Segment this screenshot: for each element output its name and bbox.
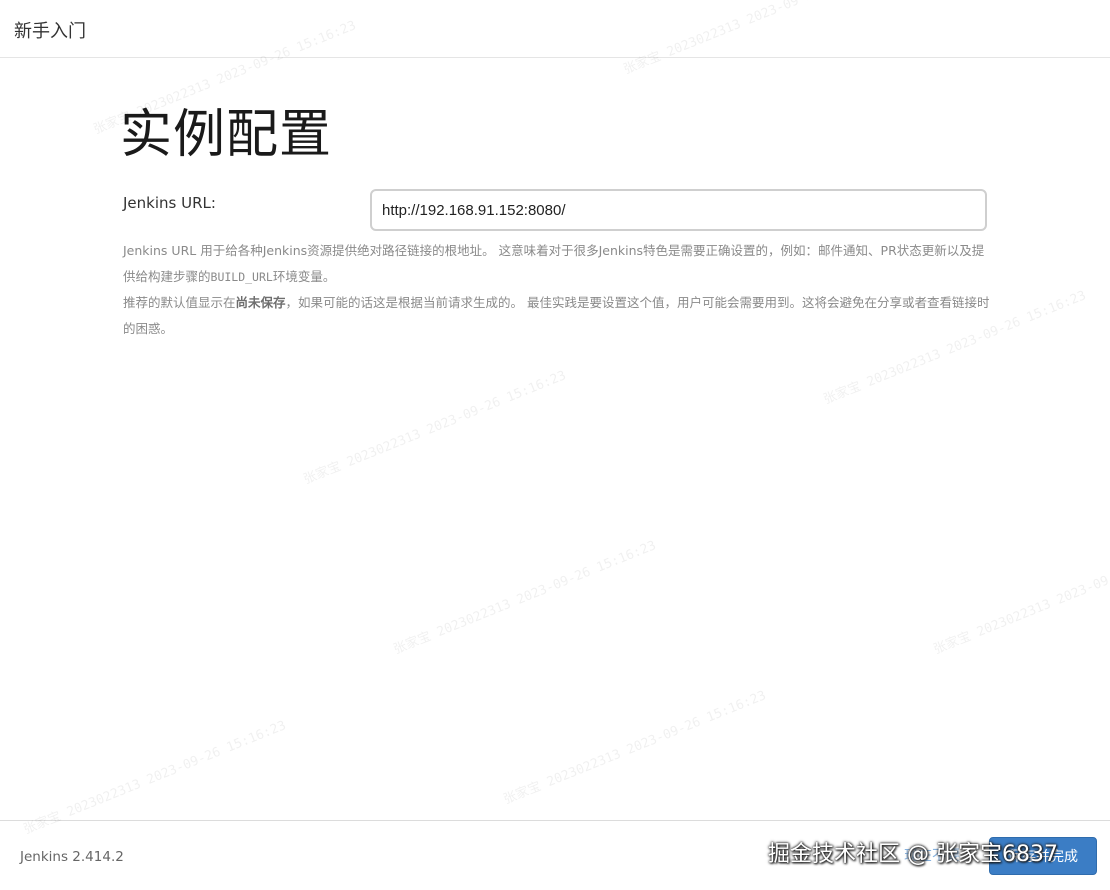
save-and-finish-button[interactable]: 保存并完成: [989, 837, 1097, 875]
instance-config-panel: 实例配置 Jenkins URL: Jenkins URL 用于给各种Jenki…: [0, 58, 1110, 820]
build-url-code: BUILD_URL: [210, 270, 273, 284]
jenkins-url-input[interactable]: [370, 189, 987, 231]
help-paragraph-1: Jenkins URL 用于给各种Jenkins资源提供绝对路径链接的根地址。 …: [123, 243, 985, 284]
not-saved-emphasis: 尚未保存: [235, 295, 286, 310]
setup-wizard-page: 新手入门 实例配置 Jenkins URL: Jenkins URL 用于给各种…: [0, 0, 1110, 890]
jenkins-url-label: Jenkins URL:: [123, 194, 216, 212]
not-now-link[interactable]: 现在不要: [904, 845, 982, 867]
page-title: 实例配置: [120, 105, 333, 165]
header-title: 新手入门: [14, 21, 86, 42]
help-paragraph-2: 推荐的默认值显示在尚未保存，如果可能的话这是根据当前请求生成的。 最佳实践是要设…: [123, 295, 990, 336]
jenkins-version: Jenkins 2.414.2: [20, 849, 124, 865]
header-bar: 新手入门: [0, 0, 1110, 58]
footer-bar: Jenkins 2.414.2 现在不要 保存并完成: [0, 820, 1110, 890]
jenkins-url-help: Jenkins URL 用于给各种Jenkins资源提供绝对路径链接的根地址。 …: [123, 238, 993, 342]
